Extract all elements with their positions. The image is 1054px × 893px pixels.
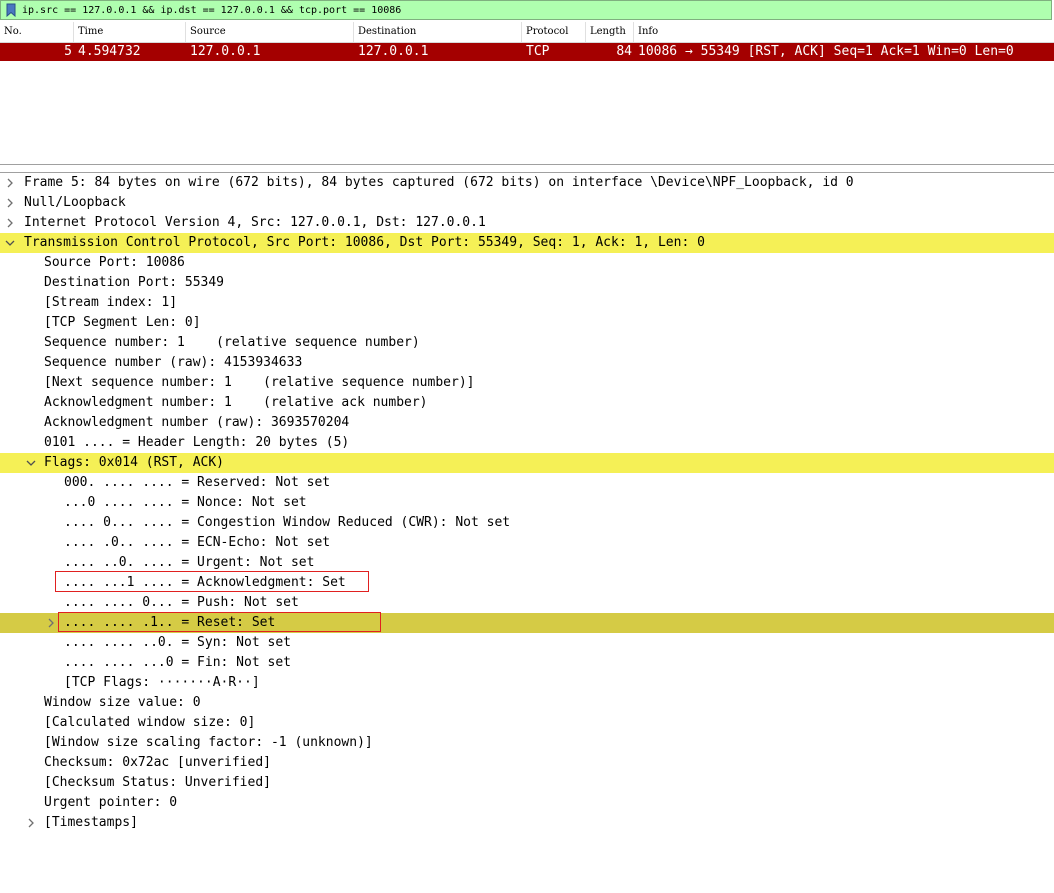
chevron-down-icon[interactable] [4, 233, 16, 253]
tree-item-ipv4[interactable]: Internet Protocol Version 4, Src: 127.0.… [0, 213, 1054, 233]
column-header-no[interactable]: No. [0, 22, 74, 42]
tree-item-label: .... .0.. .... = ECN-Echo: Not set [64, 535, 331, 550]
tree-item-label: [Calculated window size: 0] [44, 715, 256, 730]
tree-item-flag-cwr[interactable]: .... 0... .... = Congestion Window Reduc… [0, 513, 1054, 533]
tree-item-flag-syn[interactable]: .... .... ..0. = Syn: Not set [0, 633, 1054, 653]
tree-item-window-size[interactable]: Window size value: 0 [0, 693, 1054, 713]
tree-item-seq-number[interactable]: Sequence number: 1 (relative sequence nu… [0, 333, 1054, 353]
tree-item-seq-number-raw[interactable]: Sequence number (raw): 4153934633 [0, 353, 1054, 373]
tree-item-calculated-window[interactable]: [Calculated window size: 0] [0, 713, 1054, 733]
tree-item-label: Internet Protocol Version 4, Src: 127.0.… [24, 215, 486, 230]
tree-item-label: .... .... ..0. = Syn: Not set [64, 635, 291, 650]
packet-time: 4.594732 [78, 44, 141, 59]
tree-item-label: [Stream index: 1] [44, 295, 178, 310]
packet-row-selected[interactable]: 5 4.594732 127.0.0.1 127.0.0.1 TCP 84 10… [0, 43, 1054, 61]
tree-item-window-scaling[interactable]: [Window size scaling factor: -1 (unknown… [0, 733, 1054, 753]
tree-item-flag-reserved[interactable]: 000. .... .... = Reserved: Not set [0, 473, 1054, 493]
tree-item-label: ...0 .... .... = Nonce: Not set [64, 495, 307, 510]
chevron-down-icon[interactable] [25, 453, 37, 473]
packet-destination: 127.0.0.1 [358, 44, 429, 59]
tree-item-label: [TCP Flags: ·······A·R··] [64, 675, 260, 690]
chevron-right-icon[interactable] [4, 213, 16, 233]
packet-list: No. Time Source Destination Protocol Len… [0, 22, 1054, 165]
tree-item-label: .... ..0. .... = Urgent: Not set [64, 555, 315, 570]
tree-item-flags[interactable]: Flags: 0x014 (RST, ACK) [0, 453, 1054, 473]
tree-item-flag-nonce[interactable]: ...0 .... .... = Nonce: Not set [0, 493, 1054, 513]
tree-item-label: Acknowledgment number (raw): 3693570204 [44, 415, 350, 430]
tree-item-timestamps[interactable]: [Timestamps] [0, 813, 1054, 833]
tree-item-flag-ecn-echo[interactable]: .... .0.. .... = ECN-Echo: Not set [0, 533, 1054, 553]
tree-item-urgent-pointer[interactable]: Urgent pointer: 0 [0, 793, 1054, 813]
packet-length: 84 [616, 44, 632, 59]
tree-item-flag-acknowledgment[interactable]: .... ...1 .... = Acknowledgment: Set [0, 573, 1054, 593]
tree-item-label: 0101 .... = Header Length: 20 bytes (5) [44, 435, 350, 450]
tree-item-label: Transmission Control Protocol, Src Port:… [24, 235, 705, 250]
chevron-right-icon[interactable] [4, 173, 16, 193]
tree-item-next-seq-number[interactable]: [Next sequence number: 1 (relative seque… [0, 373, 1054, 393]
tree-item-checksum-status[interactable]: [Checksum Status: Unverified] [0, 773, 1054, 793]
column-header-time[interactable]: Time [74, 22, 186, 42]
tree-item-label: [Checksum Status: Unverified] [44, 775, 271, 790]
column-header-protocol[interactable]: Protocol [522, 22, 586, 42]
tree-item-label: Frame 5: 84 bytes on wire (672 bits), 84… [24, 175, 854, 190]
tree-item-segment-len[interactable]: [TCP Segment Len: 0] [0, 313, 1054, 333]
tree-item-stream-index[interactable]: [Stream index: 1] [0, 293, 1054, 313]
bookmark-icon[interactable] [4, 2, 18, 18]
packet-no: 5 [64, 44, 72, 59]
tree-item-flag-fin[interactable]: .... .... ...0 = Fin: Not set [0, 653, 1054, 673]
tree-item-source-port[interactable]: Source Port: 10086 [0, 253, 1054, 273]
tree-item-flag-urgent[interactable]: .... ..0. .... = Urgent: Not set [0, 553, 1054, 573]
chevron-right-icon[interactable] [25, 813, 37, 833]
tree-item-null-loopback[interactable]: Null/Loopback [0, 193, 1054, 213]
tree-item-label: Destination Port: 55349 [44, 275, 225, 290]
column-header-info[interactable]: Info [634, 22, 1054, 42]
tree-item-frame[interactable]: Frame 5: 84 bytes on wire (672 bits), 84… [0, 173, 1054, 193]
tree-item-label: .... .... .1.. = Reset: Set [64, 615, 276, 630]
chevron-right-icon[interactable] [4, 193, 16, 213]
tree-item-label: Window size value: 0 [44, 695, 201, 710]
column-header-destination[interactable]: Destination [354, 22, 522, 42]
tree-item-label: [Timestamps] [44, 815, 138, 830]
tree-item-label: [Next sequence number: 1 (relative seque… [44, 375, 475, 390]
tree-item-ack-number[interactable]: Acknowledgment number: 1 (relative ack n… [0, 393, 1054, 413]
tree-item-flag-push[interactable]: .... .... 0... = Push: Not set [0, 593, 1054, 613]
tree-item-label: Sequence number (raw): 4153934633 [44, 355, 303, 370]
tree-item-label: Sequence number: 1 (relative sequence nu… [44, 335, 420, 350]
tree-item-label: .... .... 0... = Push: Not set [64, 595, 299, 610]
packet-info: 10086 → 55349 [RST, ACK] Seq=1 Ack=1 Win… [638, 44, 1014, 59]
display-filter-bar [0, 0, 1052, 20]
display-filter-input[interactable] [22, 2, 1051, 18]
column-header-source[interactable]: Source [186, 22, 354, 42]
chevron-right-icon[interactable] [45, 613, 57, 633]
tree-item-label: [Window size scaling factor: -1 (unknown… [44, 735, 373, 750]
tree-item-label: 000. .... .... = Reserved: Not set [64, 475, 331, 490]
packet-details-tree: Frame 5: 84 bytes on wire (672 bits), 84… [0, 172, 1054, 874]
tree-item-label: .... 0... .... = Congestion Window Reduc… [64, 515, 511, 530]
tree-item-label: .... .... ...0 = Fin: Not set [64, 655, 291, 670]
tree-item-label: Checksum: 0x72ac [unverified] [44, 755, 271, 770]
tree-item-tcp-flags-string[interactable]: [TCP Flags: ·······A·R··] [0, 673, 1054, 693]
tree-item-label: Source Port: 10086 [44, 255, 185, 270]
tree-item-label: .... ...1 .... = Acknowledgment: Set [64, 575, 346, 590]
tree-item-flag-reset[interactable]: .... .... .1.. = Reset: Set [0, 613, 1054, 633]
tree-item-ack-number-raw[interactable]: Acknowledgment number (raw): 3693570204 [0, 413, 1054, 433]
column-header-length[interactable]: Length [586, 22, 634, 42]
tree-item-label: Acknowledgment number: 1 (relative ack n… [44, 395, 428, 410]
tree-item-label: Urgent pointer: 0 [44, 795, 178, 810]
tree-item-label: [TCP Segment Len: 0] [44, 315, 201, 330]
packet-protocol: TCP [526, 44, 550, 59]
tree-item-destination-port[interactable]: Destination Port: 55349 [0, 273, 1054, 293]
tree-item-label: Null/Loopback [24, 195, 126, 210]
tree-item-tcp[interactable]: Transmission Control Protocol, Src Port:… [0, 233, 1054, 253]
packet-source: 127.0.0.1 [190, 44, 261, 59]
tree-item-checksum[interactable]: Checksum: 0x72ac [unverified] [0, 753, 1054, 773]
packet-list-header: No. Time Source Destination Protocol Len… [0, 22, 1054, 43]
tree-item-header-length[interactable]: 0101 .... = Header Length: 20 bytes (5) [0, 433, 1054, 453]
tree-item-label: Flags: 0x014 (RST, ACK) [44, 455, 225, 470]
